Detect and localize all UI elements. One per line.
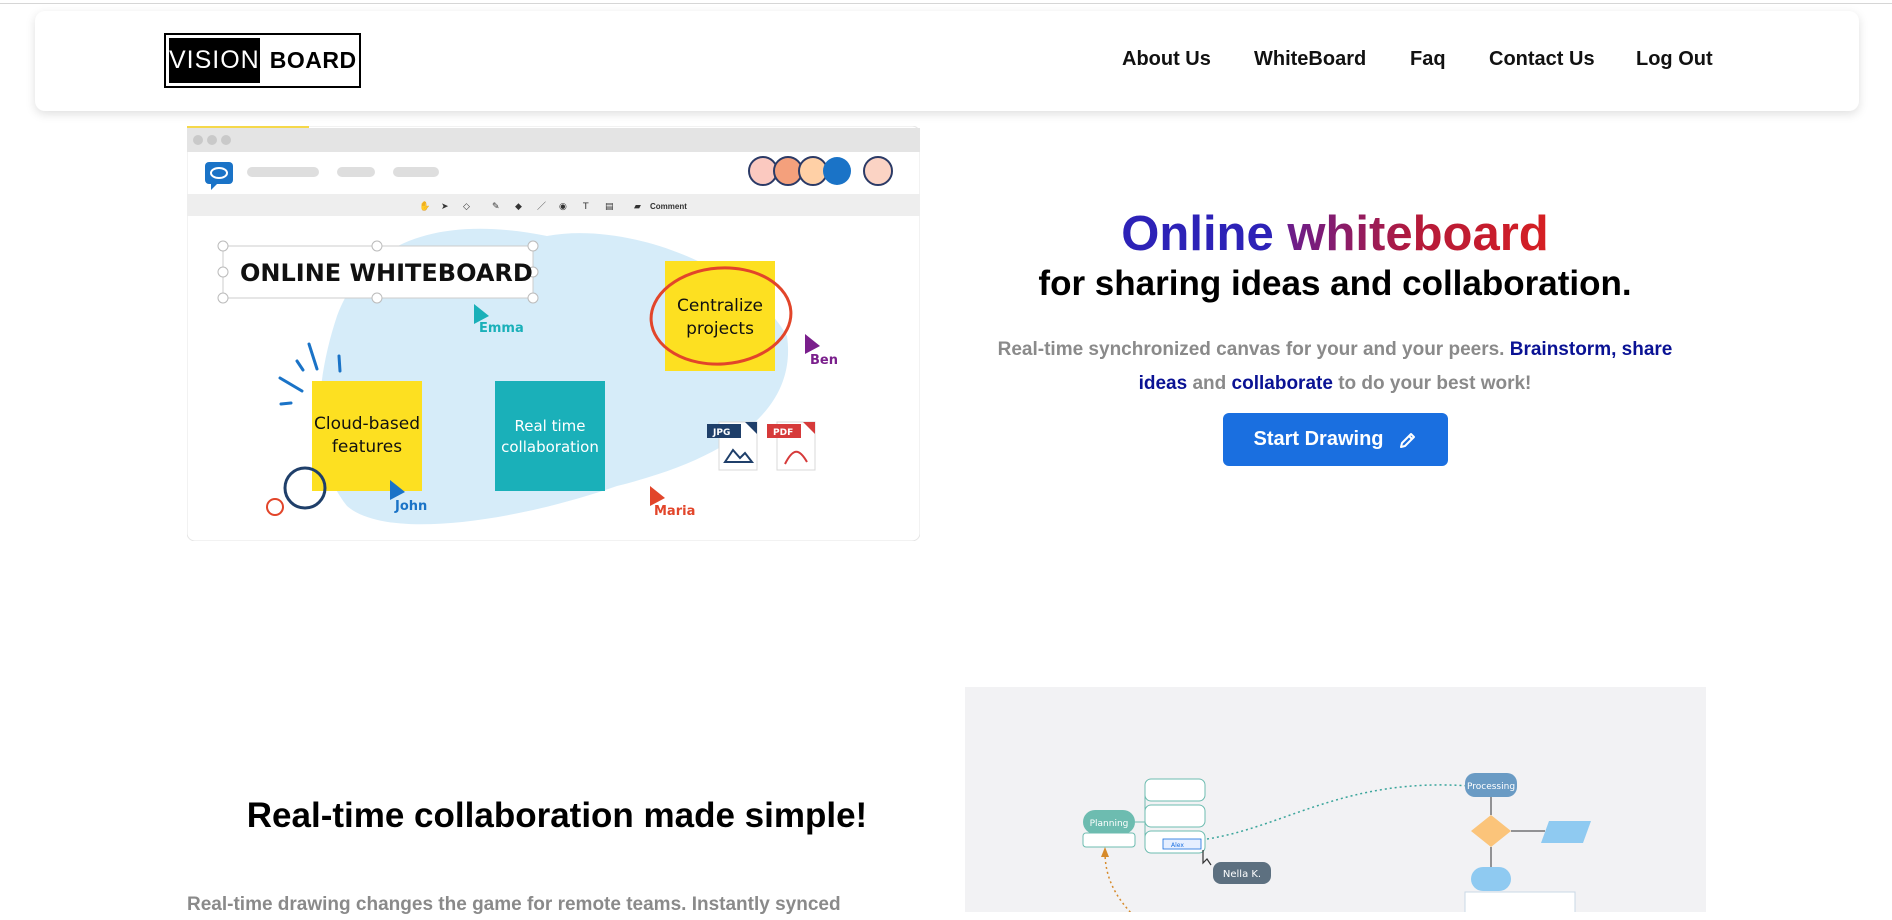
svg-text:✋: ✋ bbox=[419, 200, 430, 212]
svg-text:T: T bbox=[582, 202, 589, 212]
start-drawing-button[interactable]: Start Drawing bbox=[1223, 413, 1448, 466]
svg-text:▰: ▰ bbox=[634, 202, 641, 212]
svg-text:／: ／ bbox=[537, 201, 546, 212]
svg-text:◉: ◉ bbox=[559, 202, 567, 212]
nav-about-us[interactable]: About Us bbox=[1122, 48, 1211, 71]
cursor-ben-label: Ben bbox=[810, 353, 838, 368]
hero-desc-part4: to do your best work! bbox=[1332, 373, 1532, 394]
sticky-centralize-line1: Centralize bbox=[677, 296, 763, 316]
pencil-icon bbox=[1399, 432, 1415, 448]
note-realtime-line1: Real time bbox=[515, 417, 586, 435]
vision-board-logo[interactable]: VISION BOARD bbox=[164, 33, 361, 88]
start-drawing-label: Start Drawing bbox=[1253, 428, 1384, 450]
data-parallelogram bbox=[1541, 821, 1591, 843]
nav-whiteboard[interactable]: WhiteBoard bbox=[1254, 48, 1366, 71]
flowchart-illustration: Planning Alex Processing Nella K. bbox=[965, 687, 1706, 912]
cursor-emma-label: Emma bbox=[479, 321, 524, 336]
pdf-file-label: PDF bbox=[773, 428, 793, 438]
hero-title-word1: Online bbox=[1121, 207, 1274, 261]
board-title-text: ONLINE WHITEBOARD bbox=[240, 259, 533, 287]
svg-text:◆: ◆ bbox=[515, 202, 522, 212]
drawing-toolbar bbox=[187, 194, 920, 216]
svg-text:➤: ➤ bbox=[441, 202, 449, 212]
sticky-cloud-line2: features bbox=[332, 437, 402, 457]
hero-subtitle: for sharing ideas and collaboration. bbox=[1038, 264, 1632, 303]
section-collaboration-title: Real-time collaboration made simple! bbox=[246, 796, 868, 835]
hero-desc-part3: and bbox=[1187, 373, 1232, 394]
sticky-cloud bbox=[312, 381, 422, 491]
sticky-centralize-line2: projects bbox=[686, 319, 754, 339]
processing-label: Processing bbox=[1467, 782, 1515, 792]
hero-title-word2: whiteboard bbox=[1287, 207, 1549, 261]
sticky-cloud-line1: Cloud-based bbox=[314, 414, 420, 434]
logo-left-text: VISION bbox=[169, 38, 260, 83]
browser-titlebar bbox=[187, 128, 920, 152]
top-divider bbox=[0, 3, 1892, 4]
hero-desc-part1: Real-time synchronized canvas for your a… bbox=[997, 339, 1510, 360]
svg-text:◇: ◇ bbox=[463, 202, 470, 212]
collaborator-avatars bbox=[748, 156, 893, 186]
hero-desc-comma: , bbox=[1611, 339, 1622, 360]
jpg-file-label: JPG bbox=[712, 428, 730, 438]
cursor-john-label: John bbox=[394, 499, 427, 514]
note-realtime bbox=[495, 381, 605, 491]
cursor-maria-label: Maria bbox=[654, 504, 695, 519]
nav-faq[interactable]: Faq bbox=[1410, 48, 1446, 71]
planning-label: Planning bbox=[1090, 819, 1129, 829]
alex-chip-label: Alex bbox=[1171, 842, 1184, 849]
whiteboard-illustration: ✋ ➤ ◇ ✎ ◆ ／ ◉ T ▤ ▰ Comment ONLINE WHITEBOARD … bbox=[187, 126, 920, 541]
svg-text:✎: ✎ bbox=[492, 202, 500, 212]
toolbar-comment-label: Comment bbox=[650, 202, 687, 211]
hero-description: Real-time synchronized canvas for your a… bbox=[975, 333, 1695, 401]
svg-text:▤: ▤ bbox=[605, 202, 614, 212]
navbar: VISION BOARD About Us WhiteBoard Faq Con… bbox=[35, 11, 1859, 111]
link-brainstorm[interactable]: Brainstorm bbox=[1510, 339, 1611, 360]
note-realtime-line2: collaboration bbox=[501, 438, 599, 456]
nav-log-out[interactable]: Log Out bbox=[1636, 48, 1713, 71]
user-tag-label: Nella K. bbox=[1223, 869, 1261, 880]
link-collaborate[interactable]: collaborate bbox=[1232, 373, 1333, 394]
logo-right-text: BOARD bbox=[269, 47, 357, 73]
hero-heading: Online whiteboard for sharing ideas and … bbox=[960, 206, 1710, 306]
section-collaboration-text: Real-time drawing changes the game for r… bbox=[187, 894, 841, 915]
nav-contact-us[interactable]: Contact Us bbox=[1489, 48, 1595, 71]
